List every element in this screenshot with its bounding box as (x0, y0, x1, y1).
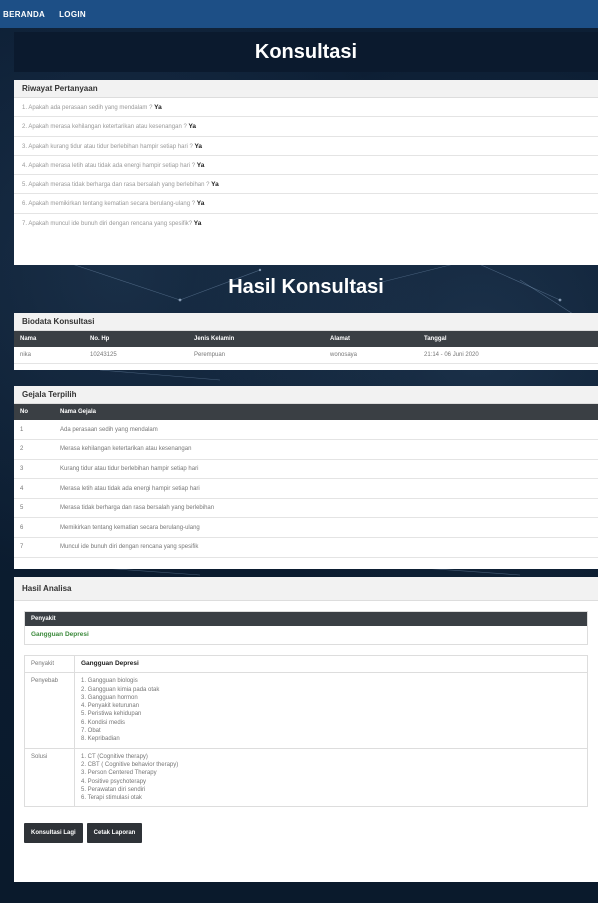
gejala-panel: Gejala Terpilih No Nama Gejala 1 Ada pera… (14, 386, 598, 569)
riwayat-panel: Riwayat Pertanyaan 1. Apakah ada perasaa… (14, 80, 598, 265)
column-header: No (14, 404, 54, 420)
top-navigation-bar: BERANDA LOGIN (0, 0, 598, 28)
question-row: 7. Apakah muncul ide bunuh diri dengan r… (22, 219, 202, 227)
penyakit-header: Penyakit (25, 612, 587, 626)
column-header: Jenis Kelamin (188, 331, 324, 347)
page-title: Konsultasi (14, 32, 598, 72)
question-row: 2. Apakah merasa kehilangan ketertarikan… (14, 117, 598, 137)
analisa-title: Hasil Analisa (14, 577, 598, 601)
action-buttons: Konsultasi Lagi Cetak Laporan (24, 823, 598, 844)
penyakit-box: Penyakit Gangguan Depresi (24, 611, 588, 645)
question-row: 3. Apakah kurang tidur atau tidur berleb… (14, 137, 598, 156)
biodata-panel: Biodata Konsultasi Nama No. Hp Jenis Kel… (14, 313, 598, 370)
table-row: Solusi 1. CT (Cognitive therapy) 2. CBT … (24, 747, 588, 808)
penyebab-list: 1. Gangguan biologis 2. Gangguan kimia p… (74, 672, 588, 749)
question-row: 6. Apakah memikirkan tentang kematian se… (14, 194, 598, 214)
cetak-laporan-button[interactable]: Cetak Laporan (86, 823, 143, 844)
column-header: Nama Gejala (54, 404, 598, 420)
question-row: 5. Apakah merasa tidak berharga dan rasa… (14, 175, 598, 195)
riwayat-title: Riwayat Pertanyaan (14, 80, 598, 98)
table-row: 3 Kurang tidur atau tidur berlebihan hamp… (14, 459, 598, 480)
table-row: 2 Merasa kehilangan ketertarikan atau kes… (14, 439, 598, 460)
biodata-title: Biodata Konsultasi (14, 313, 598, 331)
column-header: Alamat (324, 331, 418, 347)
table-row: 5 Merasa tidak berharga dan rasa bersalah… (14, 498, 598, 519)
table-row: 1 Ada perasaan sedih yang mendalam (14, 420, 598, 441)
table-row: 6 Memikirkan tentang kematian secara beru… (14, 517, 598, 539)
table-row: nika 10243125 Perempuan wonosaya 21:14 -… (14, 347, 598, 364)
hasil-konsultasi-title: Hasil Konsultasi (228, 276, 384, 298)
table-row: 7 Muncul ide bunuh diri dengan rencana ya… (14, 537, 598, 558)
gejala-title: Gejala Terpilih (14, 386, 598, 404)
analisa-panel: Hasil Analisa Penyakit Gangguan Depresi … (14, 577, 598, 882)
gejala-table: No Nama Gejala 1 Ada perasaan sedih yang … (14, 404, 598, 558)
table-row: Penyakit Gangguan Depresi (24, 654, 588, 674)
column-header: Nama (14, 331, 84, 347)
table-row: Penyebab 1. Gangguan biologis 2. Ganggua… (24, 672, 588, 749)
nav-link-login[interactable]: LOGIN (59, 10, 86, 19)
table-row: 4 Merasa letih atau tidak ada energi hamp… (14, 478, 598, 499)
biodata-table: Nama No. Hp Jenis Kelamin Alamat Tanggal… (14, 331, 598, 364)
solusi-list: 1. CT (Cognitive therapy) 2. CBT ( Cogni… (74, 747, 588, 808)
question-row: 4. Apakah merasa letih atau tidak ada en… (14, 156, 598, 176)
column-header: Tanggal (418, 331, 598, 347)
question-row: 1. Apakah ada perasaan sedih yang mendal… (14, 98, 598, 118)
table-header-row: No Nama Gejala (14, 404, 598, 420)
nav-link-beranda[interactable]: BERANDA (3, 10, 45, 19)
table-header-row: Nama No. Hp Jenis Kelamin Alamat Tanggal (14, 331, 598, 347)
analisa-detail-table: Penyakit Gangguan Depresi Penyebab 1. Ga… (24, 654, 588, 808)
penyakit-value: Gangguan Depresi (31, 631, 89, 638)
konsultasi-lagi-button[interactable]: Konsultasi Lagi (24, 823, 83, 844)
column-header: No. Hp (84, 331, 188, 347)
